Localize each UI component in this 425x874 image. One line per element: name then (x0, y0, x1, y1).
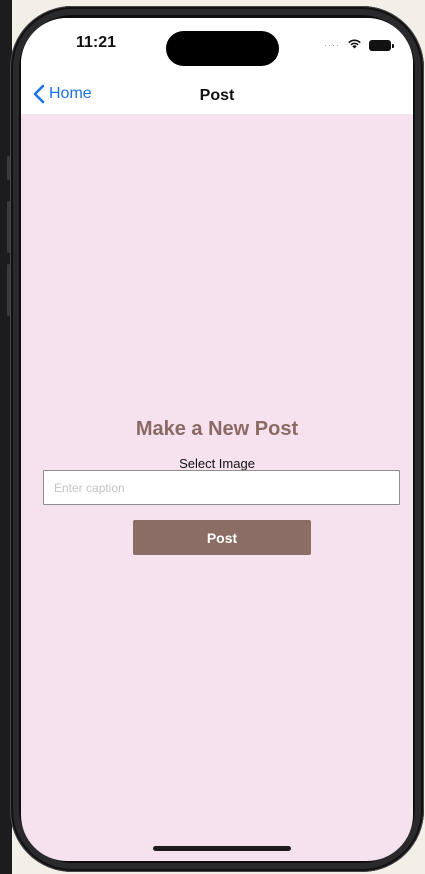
status-time: 11:21 (76, 34, 117, 51)
navigation-bar: Home Post (21, 76, 413, 114)
volume-down-button (7, 264, 10, 316)
page-title: Post (199, 87, 235, 104)
caption-input[interactable] (43, 470, 400, 505)
home-indicator[interactable] (153, 846, 291, 851)
post-form: Make a New Post Select Image Post (21, 114, 413, 861)
side-button (7, 156, 10, 180)
phone-screen: 11:21 ···· Home Post Make a New Post Sel… (21, 18, 413, 861)
dynamic-island (166, 31, 279, 66)
cellular-dots-icon: ···· (324, 40, 340, 50)
wifi-icon (347, 36, 362, 54)
post-button[interactable]: Post (133, 520, 311, 555)
select-image-button[interactable]: Select Image (21, 456, 413, 471)
status-bar: 11:21 ···· (21, 18, 413, 76)
stage: 11:21 ···· Home Post Make a New Post Sel… (0, 0, 425, 874)
battery-icon (369, 39, 394, 51)
form-heading: Make a New Post (135, 418, 299, 440)
status-icons: ···· (324, 36, 394, 54)
volume-up-button (7, 201, 10, 253)
